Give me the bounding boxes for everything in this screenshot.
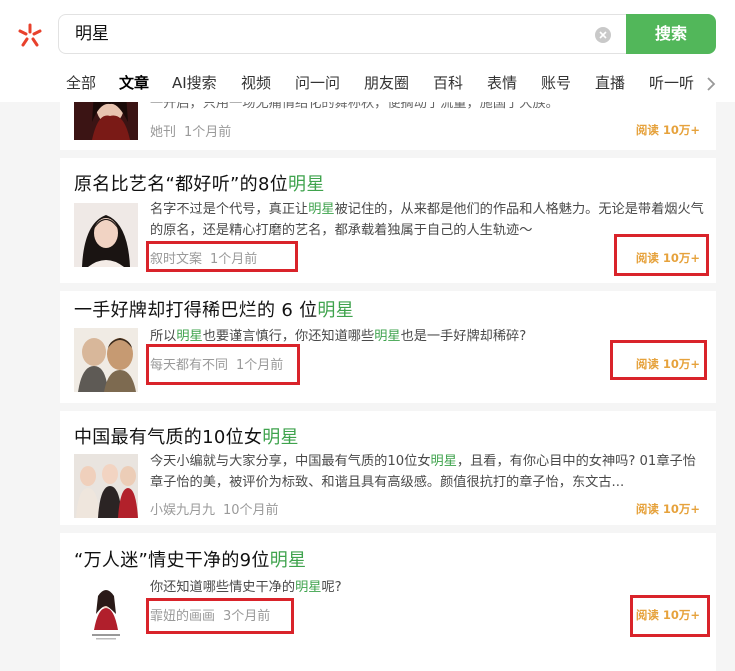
search-header: 搜索 全部 文章 AI搜索 视频 问一问 朋友圈 百科 表情 账号 直播 听一听	[0, 0, 735, 102]
tab-ai-search[interactable]: AI搜索	[172, 70, 217, 98]
sogou-logo-icon[interactable]	[16, 22, 44, 50]
result-meta: 她刊 1个月前	[150, 121, 231, 140]
snippet-text: 你还知道哪些情史干净的	[150, 580, 296, 595]
snippet-text: 名字不过是个代号，真正让	[150, 202, 309, 217]
snippet-text: 今天小编就与大家分享，中国最有气质的10位女	[150, 454, 431, 469]
thumbnail-image	[74, 203, 138, 267]
tab-moments[interactable]: 朋友圈	[364, 70, 409, 98]
title-text: 中国最有气质的10位女	[74, 427, 263, 448]
snippet-keyword-highlight: 明星	[430, 454, 457, 469]
result-time: 1个月前	[184, 125, 232, 140]
tab-video[interactable]: 视频	[241, 70, 271, 98]
result-snippet: 你还知道哪些情史干净的明星呢?	[150, 577, 705, 598]
result-item[interactable]: 中国最有气质的10位女明星 今天小编就与大家分享，中国最有气质的10位女明星，且…	[60, 411, 716, 525]
divider	[60, 525, 716, 533]
result-meta: 小娱九月九 10个月前	[150, 499, 279, 518]
snippet-text: 呢?	[321, 580, 342, 595]
thumbnail-image	[74, 102, 138, 140]
title-keyword-highlight: 明星	[269, 550, 307, 571]
title-keyword-highlight: 明星	[317, 300, 355, 321]
tab-articles[interactable]: 文章	[119, 70, 149, 98]
tab-ask[interactable]: 问一问	[295, 70, 340, 98]
title-text: 一手好牌却打得稀巴烂的 6 位	[74, 300, 318, 321]
title-keyword-highlight: 明星	[288, 174, 325, 195]
search-button[interactable]: 搜索	[626, 14, 716, 54]
tab-accounts[interactable]: 账号	[541, 70, 571, 98]
search-input[interactable]	[75, 15, 575, 53]
result-item[interactable]: 一手好牌却打得稀巴烂的 6 位明星 所以明星也要谨言慎行，你还知道哪些明星也是一…	[60, 291, 716, 403]
annotation-box	[146, 241, 298, 272]
tab-all[interactable]: 全部	[66, 70, 96, 98]
search-results-page: 搜索 全部 文章 AI搜索 视频 问一问 朋友圈 百科 表情 账号 直播 听一听	[0, 0, 735, 671]
snippet-keyword-highlight: 明星	[308, 202, 335, 217]
result-title[interactable]: “万人迷”情史干净的9位明星	[74, 546, 306, 572]
category-tabs: 全部 文章 AI搜索 视频 问一问 朋友圈 百科 表情 账号 直播 听一听	[0, 70, 735, 98]
result-title[interactable]: 中国最有气质的10位女明星	[74, 423, 299, 449]
thumbnail-image	[74, 328, 138, 392]
snippet-keyword-highlight: 明星	[176, 329, 203, 344]
result-source[interactable]: 小娱九月九	[150, 503, 215, 518]
read-count: 阅读 10万+	[635, 123, 700, 137]
snippet-keyword-highlight: 明星	[295, 580, 322, 595]
snippet-text: 也是一手好牌却稀碎?	[400, 329, 527, 344]
tab-listen[interactable]: 听一听	[649, 70, 694, 98]
result-title[interactable]: 原名比艺名“都好听”的8位明星	[74, 170, 325, 196]
annotation-box	[146, 598, 294, 634]
result-item[interactable]: “万人迷”情史干净的9位明星 你还知道哪些情史干净的明星呢? 霏妞的画画 3个月前…	[60, 533, 716, 671]
tab-live[interactable]: 直播	[595, 70, 625, 98]
result-title[interactable]: 一手好牌却打得稀巴烂的 6 位明星	[74, 296, 354, 322]
divider	[60, 283, 716, 291]
title-text: 原名比艺名“都好听”的8位	[74, 174, 289, 195]
result-item[interactable]: 原名比艺名“都好听”的8位明星 名字不过是个代号，真正让明星被记住的，从来都是他…	[60, 158, 716, 283]
divider	[60, 150, 716, 158]
result-item[interactable]: 一开启，只用一场无痛情结化的舞称秋，便摘动了流量，施国了大族。 她刊 1个月前 阅…	[60, 102, 716, 150]
result-source[interactable]: 她刊	[150, 125, 176, 140]
annotation-box	[146, 344, 300, 385]
result-snippet: 一开启，只用一场无痛情结化的舞称秋，便摘动了流量，施国了大族。	[150, 102, 559, 111]
result-snippet: 今天小编就与大家分享，中国最有气质的10位女明星，且看，有你心目中的女神吗? 0…	[150, 451, 705, 493]
annotation-box	[610, 340, 707, 380]
thumbnail-image	[74, 580, 138, 644]
snippet-text: 也要谨言慎行，你还知道哪些	[202, 329, 375, 344]
results-list: 一开启，只用一场无痛情结化的舞称秋，便摘动了流量，施国了大族。 她刊 1个月前 阅…	[60, 102, 716, 671]
snippet-text: 所以	[150, 329, 177, 344]
annotation-box	[630, 595, 710, 637]
result-time: 10个月前	[223, 503, 279, 518]
title-keyword-highlight: 明星	[262, 427, 299, 448]
divider	[60, 403, 716, 411]
read-count: 阅读 10万+	[635, 502, 700, 516]
clear-icon[interactable]	[595, 27, 611, 43]
thumbnail-image	[74, 454, 138, 518]
title-text: “万人迷”情史干净的9位	[74, 550, 270, 571]
tab-baike[interactable]: 百科	[433, 70, 463, 98]
tab-stickers[interactable]: 表情	[487, 70, 517, 98]
search-box[interactable]	[58, 14, 630, 54]
snippet-keyword-highlight: 明星	[374, 329, 401, 344]
annotation-box	[614, 234, 709, 276]
chevron-right-icon[interactable]	[703, 74, 719, 94]
